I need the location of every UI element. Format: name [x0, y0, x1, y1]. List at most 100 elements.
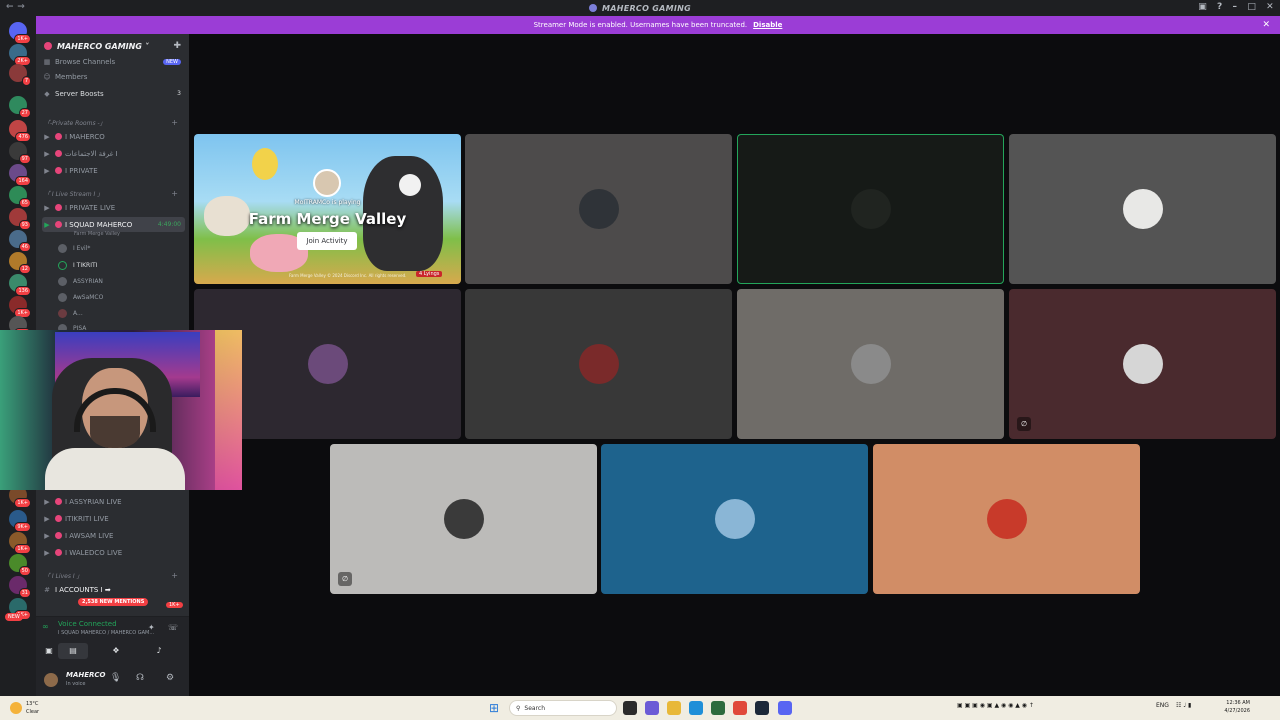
avatar — [850, 189, 891, 229]
participant-tile[interactable] — [1009, 134, 1276, 284]
server-icon[interactable]: 1K+ — [9, 22, 31, 44]
headphones-icon[interactable]: ☊ — [136, 673, 144, 683]
voice-channel[interactable]: ▶ I PRIVATE — [42, 163, 185, 178]
store-icon[interactable] — [711, 701, 725, 715]
participant-tile[interactable] — [737, 289, 1004, 439]
voice-channel[interactable]: ▶ I WALEDCO LIVE — [42, 545, 185, 560]
new-mentions-badge[interactable]: 2,538 NEW MENTIONS — [78, 598, 149, 606]
voice-member[interactable]: I TIKRITI — [58, 258, 97, 272]
server-icon[interactable]: 476 — [9, 120, 31, 142]
inbox-icon[interactable]: ▣ — [1198, 2, 1207, 12]
participant-tile[interactable]: ∅ — [330, 444, 597, 594]
invite-icon[interactable]: ✚ — [173, 41, 181, 51]
server-icon[interactable]: 7 — [9, 64, 31, 86]
voice-status[interactable]: Voice Connected — [58, 620, 117, 628]
server-icon[interactable]: 50 — [9, 554, 31, 576]
category-private-rooms[interactable]: 「-Private Rooms -」 + — [44, 116, 184, 128]
voice-channel[interactable]: ▶ I PRIVATE LIVE — [42, 200, 185, 215]
weather-widget[interactable]: 13°C Clear — [26, 700, 39, 716]
activity-tile[interactable]: MoITRAMCo is playing Farm Merge Valley J… — [194, 134, 461, 284]
sidebar-item-label: Members — [55, 72, 88, 81]
voice-channel-active[interactable]: ▶ I SQUAD MAHERCO 4:49:00 — [42, 217, 185, 232]
close-icon[interactable]: ✕ — [1266, 2, 1274, 12]
sidebar-item-members[interactable]: ☺ Members — [42, 69, 185, 84]
server-icon[interactable]: 164 — [9, 164, 31, 186]
disconnect-icon[interactable]: ☏ — [168, 623, 178, 632]
avatar[interactable] — [44, 673, 58, 687]
server-icon[interactable]: 93 — [9, 208, 31, 230]
voice-channel[interactable]: ▶ غرفة الاجتماعات I — [42, 146, 185, 161]
server-icon[interactable]: 97 — [9, 142, 31, 164]
avatar — [986, 499, 1027, 539]
noise-suppression-icon[interactable]: ✦ — [148, 623, 155, 632]
server-icon[interactable]: 27 — [9, 96, 31, 118]
task-view-icon[interactable] — [623, 701, 637, 715]
voice-channel[interactable]: ▶ ITIKRITI LIVE — [42, 511, 185, 526]
file-explorer-icon[interactable] — [667, 701, 681, 715]
edge-icon[interactable] — [689, 701, 703, 715]
minimize-icon[interactable]: – — [1233, 2, 1238, 12]
steam-icon[interactable] — [755, 701, 769, 715]
soundboard-icon[interactable]: ♪ — [144, 643, 174, 659]
add-channel-icon[interactable]: + — [171, 189, 178, 198]
participant-tile[interactable] — [465, 289, 732, 439]
text-channel[interactable]: # I ACCOUNTS I ➡ — [42, 582, 185, 597]
server-icon[interactable]: 1K+ — [9, 532, 31, 554]
voice-member[interactable]: I Evil* — [58, 241, 90, 255]
sidebar-item-server-boosts[interactable]: ◆ Server Boosts 3 — [42, 86, 185, 101]
participant-tile[interactable] — [465, 134, 732, 284]
mention-badge: 12 — [18, 264, 31, 274]
close-banner-icon[interactable]: ✕ — [1262, 20, 1270, 30]
avatar — [58, 308, 67, 318]
category-lives[interactable]: 「 I Lives I 」 + — [44, 569, 184, 581]
taskbar-search[interactable]: ⚲ Search — [509, 700, 617, 716]
category-live-stream[interactable]: 「 I Live Stream I 」 + — [44, 187, 184, 199]
microphone-icon[interactable]: 🎙 — [110, 673, 121, 683]
chrome-icon[interactable] — [733, 701, 747, 715]
voice-channel[interactable]: ▶ I AWSAM LIVE — [42, 528, 185, 543]
participant-tile[interactable]: ∅ — [1009, 289, 1276, 439]
server-icon[interactable]: 65 — [9, 186, 31, 208]
member-name: I Evil* — [73, 244, 91, 252]
settings-gear-icon[interactable]: ⚙ — [166, 673, 174, 683]
copilot-icon[interactable] — [645, 701, 659, 715]
voice-channel[interactable]: ▶ I MAHERCO — [42, 129, 185, 144]
add-channel-icon[interactable]: + — [171, 571, 178, 580]
participant-tile[interactable] — [601, 444, 868, 594]
server-icon[interactable]: 136 — [9, 274, 31, 296]
language-indicator[interactable]: ENG — [1156, 702, 1169, 709]
disable-streamer-mode-button[interactable]: Disable — [753, 21, 782, 29]
join-activity-button[interactable]: Join Activity — [297, 232, 357, 250]
weather-icon[interactable] — [10, 702, 22, 714]
channel-label: I PRIVATE — [65, 166, 98, 175]
discord-taskbar-icon[interactable] — [778, 701, 792, 715]
voice-channel[interactable]: ▶ I ASSYRIAN LIVE — [42, 494, 185, 509]
activities-icon[interactable]: ❖ — [101, 643, 131, 659]
new-unreads-pill[interactable]: NEW — [5, 613, 23, 621]
server-icon[interactable]: 12 — [9, 252, 31, 274]
server-icon[interactable]: 31 — [9, 576, 31, 598]
sidebar-item-browse-channels[interactable]: ▦ Browse Channels NEW — [42, 54, 185, 69]
network-volume-icons[interactable]: ☷ ♩ ▮ — [1176, 702, 1191, 709]
voice-member[interactable]: A... — [58, 306, 83, 320]
mention-badge: 9K+ — [14, 522, 31, 532]
server-icon[interactable]: 2K+ — [9, 44, 31, 66]
streamer-mode-banner: Streamer Mode is enabled. Usernames have… — [36, 16, 1280, 34]
screen-share-icon[interactable]: ▤ — [58, 643, 88, 659]
tray-icons[interactable]: ▣ ▣ ▣ ◉ ▣ ▲ ◉ ◉ ▲ ◉ ↑ — [957, 702, 1034, 709]
channel-timer: 4:49:00 — [157, 221, 181, 228]
server-icon[interactable]: 1K+ — [9, 296, 31, 318]
participant-tile[interactable] — [873, 444, 1140, 594]
maximize-icon[interactable]: □ — [1247, 2, 1256, 12]
windows-start-icon[interactable]: ⊞ — [489, 701, 503, 715]
server-icon[interactable]: 9K+ — [9, 510, 31, 532]
server-icon[interactable]: 46 — [9, 230, 31, 252]
help-icon[interactable]: ? — [1217, 2, 1223, 12]
participant-tile[interactable] — [737, 134, 1004, 284]
back-forward-icon[interactable]: ← → — [6, 2, 25, 12]
add-channel-icon[interactable]: + — [171, 118, 178, 127]
voice-member[interactable]: AwSaMCO — [58, 290, 103, 304]
voice-member[interactable]: ASSYRIAN — [58, 274, 103, 288]
signal-icon[interactable]: ∞ — [42, 622, 49, 631]
taskbar-clock[interactable]: 12:36 AM 4/27/2026 — [1224, 699, 1250, 715]
